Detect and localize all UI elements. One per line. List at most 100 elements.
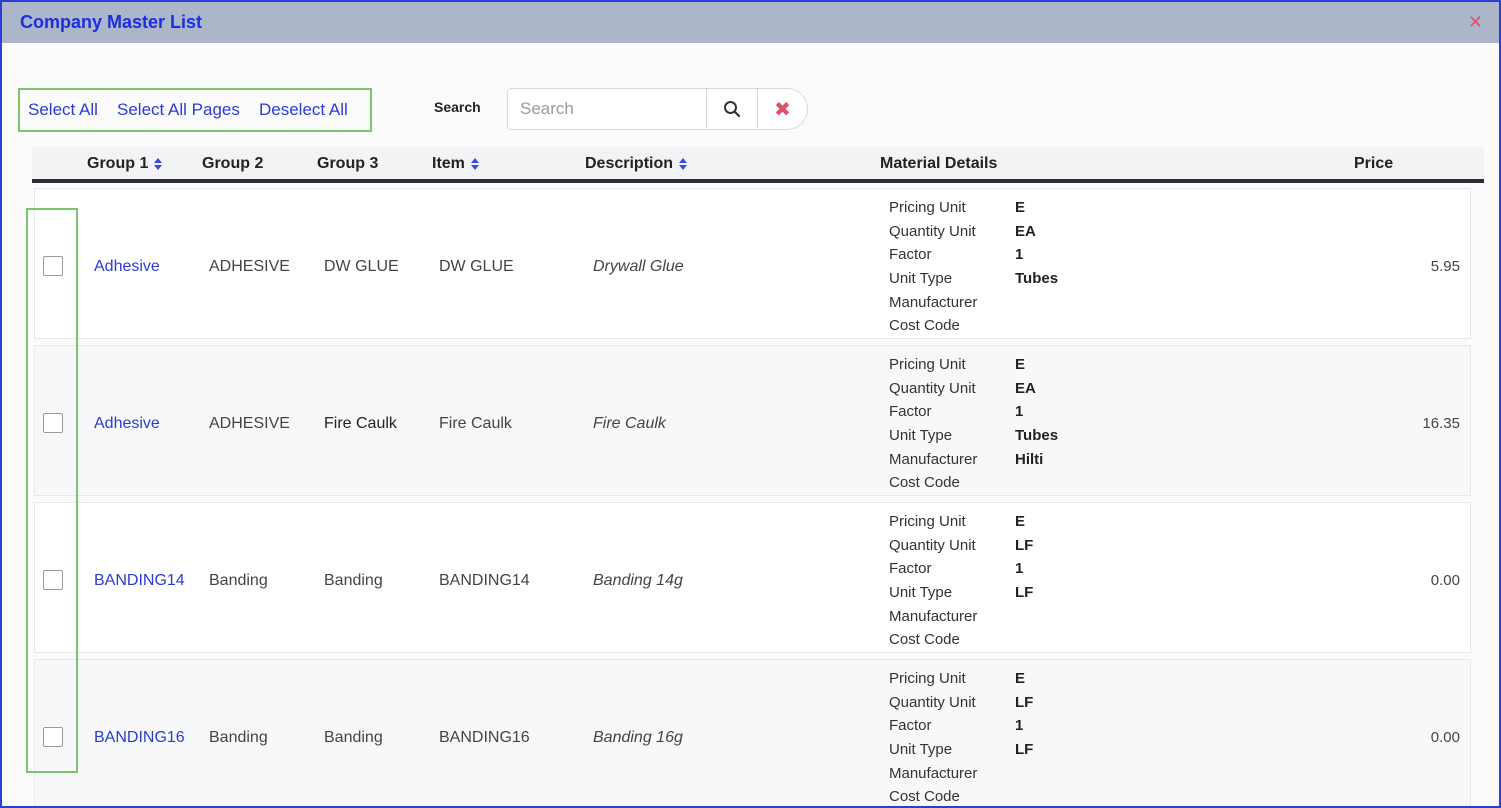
sort-icon[interactable] [154, 157, 163, 170]
row-checkbox[interactable] [43, 413, 63, 433]
pricing-unit-label: Pricing Unit [889, 356, 966, 373]
close-icon[interactable]: ✕ [1468, 12, 1483, 33]
dialog-title: Company Master List [20, 12, 203, 32]
cost-code-label: Cost Code [889, 317, 960, 335]
factor-label: Factor [889, 717, 932, 735]
factor-label: Factor [889, 560, 932, 578]
quantity-unit-label: Quantity Unit [889, 693, 976, 711]
column-header-item[interactable]: Item [432, 155, 479, 173]
pricing-unit-label: Pricing Unit [889, 513, 966, 530]
pricing-unit-value: E [1015, 670, 1026, 687]
column-header-group2: Group 2 [202, 155, 264, 172]
column-header-group1[interactable]: Group 1 [87, 155, 163, 173]
description-cell: Banding 16g [593, 729, 683, 746]
pricing-unit-label: Pricing Unit [889, 199, 966, 216]
price-cell: 0.00 [1430, 729, 1460, 746]
clear-icon: ✖ [774, 98, 791, 121]
quantity-unit-value: LF [1015, 536, 1034, 554]
column-header-group1-label: Group 1 [87, 155, 149, 172]
price-cell: 0.00 [1430, 572, 1460, 589]
item-cell: Fire Caulk [439, 415, 512, 432]
sort-icon[interactable] [470, 157, 479, 170]
unit-type-label: Unit Type [889, 741, 953, 759]
manufacturer-label: Manufacturer [889, 450, 978, 468]
table-row: BANDING14 Banding Banding BANDING14 Band… [34, 502, 1471, 653]
factor-value: 1 [1015, 717, 1024, 735]
cost-code-label: Cost Code [889, 788, 960, 806]
manufacturer-value: Hilti [1015, 450, 1044, 468]
row-checkbox[interactable] [43, 570, 63, 590]
unit-type-value: Tubes [1015, 270, 1059, 288]
search-group: ✖ [507, 88, 808, 130]
factor-label: Factor [889, 246, 932, 264]
table-row: Adhesive ADHESIVE DW GLUE DW GLUE Drywal… [34, 188, 1471, 339]
unit-type-label: Unit Type [889, 584, 953, 602]
dialog-titlebar: Company Master List ✕ [2, 2, 1499, 43]
table-row: BANDING16 Banding Banding BANDING16 Band… [34, 659, 1471, 806]
group3-cell: Fire Caulk [324, 415, 397, 432]
group2-cell: ADHESIVE [209, 258, 290, 275]
unit-type-value: LF [1015, 584, 1034, 602]
price-cell: 16.35 [1422, 415, 1460, 432]
column-header-group3: Group 3 [317, 155, 379, 172]
search-label: Search [434, 99, 481, 115]
description-cell: Banding 14g [593, 572, 683, 589]
table-row: Adhesive ADHESIVE Fire Caulk Fire Caulk … [34, 345, 1471, 496]
pricing-unit-value: E [1015, 513, 1026, 530]
search-icon [724, 101, 741, 118]
pricing-unit-value: E [1015, 199, 1026, 216]
factor-value: 1 [1015, 403, 1024, 421]
unit-type-value: LF [1015, 741, 1034, 759]
factor-value: 1 [1015, 246, 1024, 264]
item-cell: BANDING14 [439, 572, 530, 589]
unit-type-label: Unit Type [889, 270, 953, 288]
row-checkbox[interactable] [43, 727, 63, 747]
quantity-unit-label: Quantity Unit [889, 536, 976, 554]
group2-cell: Banding [209, 572, 268, 589]
column-header-price: Price [1354, 155, 1394, 172]
sort-icon[interactable] [679, 157, 688, 170]
quantity-unit-value: EA [1015, 379, 1036, 397]
row-checkbox[interactable] [43, 256, 63, 276]
factor-label: Factor [889, 403, 932, 421]
quantity-unit-label: Quantity Unit [889, 222, 976, 240]
quantity-unit-label: Quantity Unit [889, 379, 976, 397]
group1-link[interactable]: BANDING16 [94, 729, 185, 747]
search-input[interactable] [507, 88, 707, 130]
pricing-unit-label: Pricing Unit [889, 670, 966, 687]
search-button[interactable] [707, 88, 758, 130]
factor-value: 1 [1015, 560, 1024, 578]
company-master-list-dialog: Company Master List ✕ Select All Select … [0, 0, 1501, 808]
item-cell: DW GLUE [439, 258, 514, 275]
manufacturer-label: Manufacturer [889, 607, 978, 625]
description-cell: Fire Caulk [593, 415, 666, 432]
column-header-description[interactable]: Description [585, 155, 688, 173]
price-cell: 5.95 [1430, 258, 1460, 275]
quantity-unit-value: LF [1015, 693, 1034, 711]
manufacturer-label: Manufacturer [889, 293, 978, 311]
cost-code-label: Cost Code [889, 631, 960, 649]
cost-code-label: Cost Code [889, 474, 960, 492]
quantity-unit-value: EA [1015, 222, 1036, 240]
group3-cell: Banding [324, 729, 383, 746]
group2-cell: Banding [209, 729, 268, 746]
group2-cell: ADHESIVE [209, 415, 290, 432]
select-all-pages-link[interactable]: Select All Pages [117, 100, 240, 120]
clear-search-button[interactable]: ✖ [758, 88, 808, 130]
description-cell: Drywall Glue [593, 258, 684, 275]
group3-cell: Banding [324, 572, 383, 589]
manufacturer-label: Manufacturer [889, 764, 978, 782]
group1-link[interactable]: Adhesive [94, 258, 160, 276]
group1-link[interactable]: Adhesive [94, 415, 160, 433]
group1-link[interactable]: BANDING14 [94, 572, 185, 590]
deselect-all-link[interactable]: Deselect All [259, 100, 348, 120]
pricing-unit-value: E [1015, 356, 1026, 373]
unit-type-label: Unit Type [889, 427, 953, 445]
table-header: Group 1 Group 2 Group 3 Item Description… [32, 147, 1484, 183]
column-header-item-label: Item [432, 155, 465, 172]
group3-cell: DW GLUE [324, 258, 399, 275]
item-cell: BANDING16 [439, 729, 530, 746]
unit-type-value: Tubes [1015, 427, 1059, 445]
select-all-link[interactable]: Select All [28, 100, 98, 120]
column-header-description-label: Description [585, 155, 674, 172]
